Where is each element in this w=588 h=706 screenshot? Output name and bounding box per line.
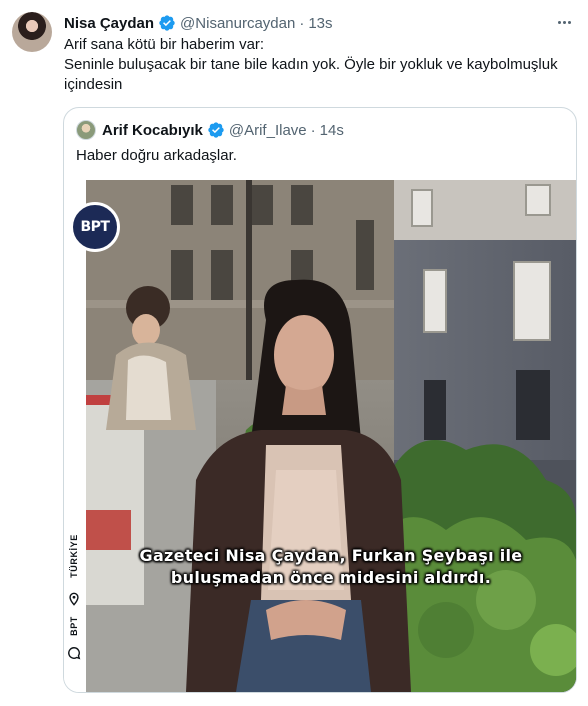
caption-line: buluşmadan önce midesini aldırdı. bbox=[170, 568, 492, 587]
chat-bubble-icon bbox=[68, 647, 81, 660]
caption-line: Gazeteci Nisa Çaydan, Furkan Şeybaşı ile bbox=[139, 546, 523, 565]
quoted-tweet-card[interactable]: Arif Kocabıyık @Arif_Ilave · 14s Haber d… bbox=[63, 107, 577, 693]
quoted-tweet-timestamp[interactable]: 14s bbox=[320, 122, 344, 139]
more-options-icon[interactable] bbox=[554, 12, 574, 32]
bpt-logo: BPT bbox=[70, 202, 120, 252]
verified-badge-icon bbox=[208, 122, 224, 138]
tweet-text-line: içindesin bbox=[64, 76, 123, 93]
tweet-body: Arif sana kötü bir haberim var: Seninle … bbox=[64, 35, 576, 95]
watermark-strip: TÜRKİYE BPT bbox=[64, 530, 84, 665]
author-avatar[interactable] bbox=[12, 12, 52, 52]
quoted-tweet-header: Arif Kocabıyık @Arif_Ilave · 14s bbox=[102, 120, 344, 140]
author-handle[interactable]: @Nisanurcaydan bbox=[180, 15, 295, 32]
quoted-author-name[interactable]: Arif Kocabıyık bbox=[102, 122, 203, 139]
video-frame[interactable] bbox=[86, 180, 576, 692]
location-pin-icon bbox=[69, 592, 79, 606]
watermark-country: TÜRKİYE bbox=[69, 534, 79, 578]
author-name[interactable]: Nisa Çaydan bbox=[64, 15, 154, 32]
tweet-timestamp[interactable]: 13s bbox=[308, 15, 332, 32]
separator-dot: · bbox=[299, 14, 305, 32]
video-caption: Gazeteci Nisa Çaydan, Furkan Şeybaşı ile… bbox=[86, 545, 576, 589]
quoted-author-avatar[interactable] bbox=[76, 120, 96, 140]
video-media[interactable]: BPT TÜRKİYE BPT Gazeteci Nisa Çaydan, Fu… bbox=[64, 180, 576, 692]
quoted-author-handle[interactable]: @Arif_Ilave bbox=[229, 122, 307, 139]
tweet-text-line: Seninle buluşacak bir tane bile kadın yo… bbox=[64, 56, 558, 73]
tweet-header: Nisa Çaydan @Nisanurcaydan · 13s bbox=[64, 13, 333, 33]
separator-dot: · bbox=[310, 121, 316, 139]
tweet-text-line: Arif sana kötü bir haberim var: bbox=[64, 36, 265, 53]
quoted-tweet-text: Haber doğru arkadaşlar. bbox=[76, 147, 237, 164]
watermark-brand: BPT bbox=[69, 616, 79, 636]
verified-badge-icon bbox=[159, 15, 175, 31]
